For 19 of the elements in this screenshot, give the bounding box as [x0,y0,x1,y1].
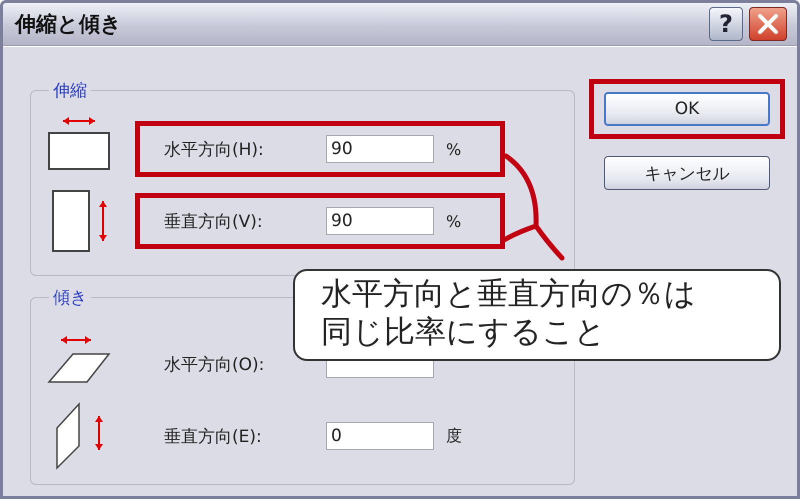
callout-tooltip: 水平方向と垂直方向の％は同じ比率にすること [293,269,781,361]
cancel-button[interactable]: キャンセル [604,156,770,190]
unit-label: 度 [446,426,462,446]
field-label: 水平方向(H): [164,138,265,160]
field-label: 垂直方向(E): [164,426,263,448]
ok-button[interactable]: OK [604,92,770,126]
unit-label: % [446,212,462,230]
close-icon [756,12,780,36]
group-title: 伸縮 [52,80,88,102]
input-field[interactable]: 90 [326,135,434,163]
unit-label: % [446,140,462,158]
input-field[interactable]: 90 [326,207,434,235]
close-button[interactable] [749,7,787,41]
input-field[interactable]: 0 [326,422,434,450]
window-title: 伸縮と傾き [15,11,123,38]
help-button[interactable]: ? [709,7,743,41]
field-label: 水平方向(O): [164,354,266,376]
group-title: 傾き [52,287,88,309]
field-label: 垂直方向(V): [164,210,264,232]
